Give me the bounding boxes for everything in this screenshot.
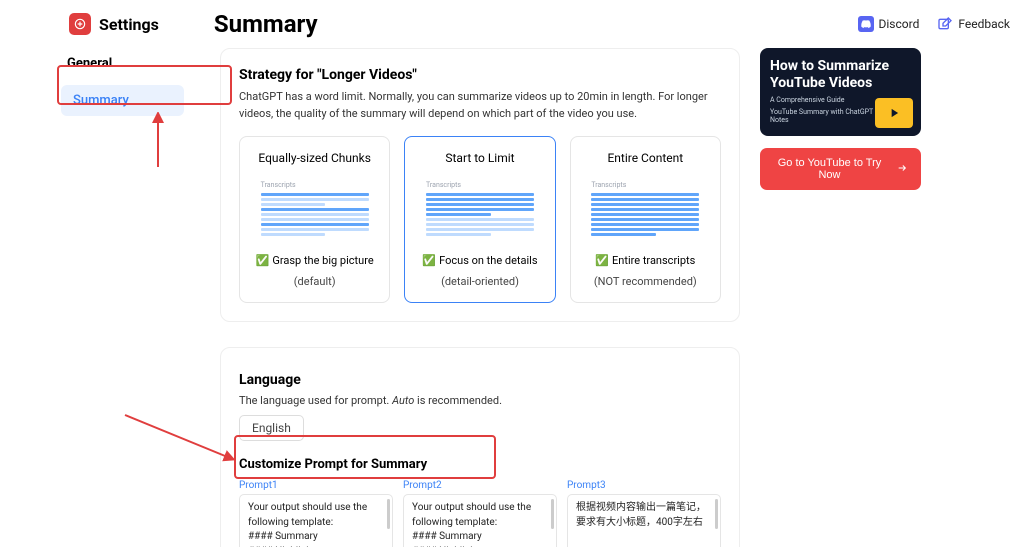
prompt-label: Prompt1 [239,480,393,491]
cta-label: Go to YouTube to Try Now [772,157,887,181]
arrow-right-icon [895,163,909,176]
strategy-sub: (NOT recommended) [579,275,712,288]
page-title: Summary [214,10,318,38]
strategy-sub: (default) [248,275,381,288]
settings-label: Settings [99,15,159,34]
language-title: Language [239,372,721,388]
discord-icon [858,16,874,32]
transcript-graphic: Transcripts [585,175,705,242]
promo-title: How to Summarize YouTube Videos [770,58,911,92]
strategy-tag: ✅Entire transcripts [579,254,712,267]
prompt-section-title: Customize Prompt for Summary [239,457,721,472]
discord-label: Discord [879,17,920,31]
cta-try-now-button[interactable]: Go to YouTube to Try Now [760,148,921,190]
feedback-link[interactable]: Feedback [937,16,1010,32]
sidebar-item-summary[interactable]: Summary [61,85,184,116]
promo-card[interactable]: How to Summarize YouTube Videos A Compre… [760,48,921,136]
strategy-tag: ✅Grasp the big picture [248,254,381,267]
strategy-name: Equally-sized Chunks [248,151,381,165]
strategy-card: Strategy for "Longer Videos" ChatGPT has… [220,48,740,322]
prompt-textarea-3[interactable]: 根据视频内容输出一篇笔记，要求有大小标题，400字左右 [567,494,721,547]
prompt-textarea-2[interactable]: Your output should use the following tem… [403,494,557,547]
prompt-label: Prompt3 [567,480,721,491]
strategy-option-chunks[interactable]: Equally-sized Chunks Transcripts ✅Grasp … [239,136,390,303]
prompt-textarea-1[interactable]: Your output should use the following tem… [239,494,393,547]
language-select[interactable]: English [239,415,304,441]
strategy-tag: ✅Focus on the details [413,254,546,267]
language-desc: The language used for prompt. Auto is re… [239,394,721,407]
strategy-desc: ChatGPT has a word limit. Normally, you … [239,89,721,122]
strategy-option-start[interactable]: Start to Limit Transcripts ✅Focus on the… [404,136,555,303]
feedback-label: Feedback [958,17,1010,31]
transcript-graphic: Transcripts [255,175,375,242]
discord-link[interactable]: Discord [858,16,920,32]
feedback-icon [937,16,953,32]
strategy-sub: (detail-oriented) [413,275,546,288]
strategy-title: Strategy for "Longer Videos" [239,67,721,83]
strategy-name: Start to Limit [413,151,546,165]
app-logo-icon [69,13,91,35]
transcript-graphic: Transcripts [420,175,540,242]
sidebar: General Summary [0,48,190,547]
strategy-name: Entire Content [579,151,712,165]
sidebar-item-general[interactable]: General [55,48,190,79]
strategy-option-entire[interactable]: Entire Content Transcripts ✅Entire trans… [570,136,721,303]
header: Settings Summary Discord Feedback [0,0,1024,38]
prompt-label: Prompt2 [403,480,557,491]
play-icon [875,98,913,128]
language-prompt-card: Language The language used for prompt. A… [220,347,740,547]
